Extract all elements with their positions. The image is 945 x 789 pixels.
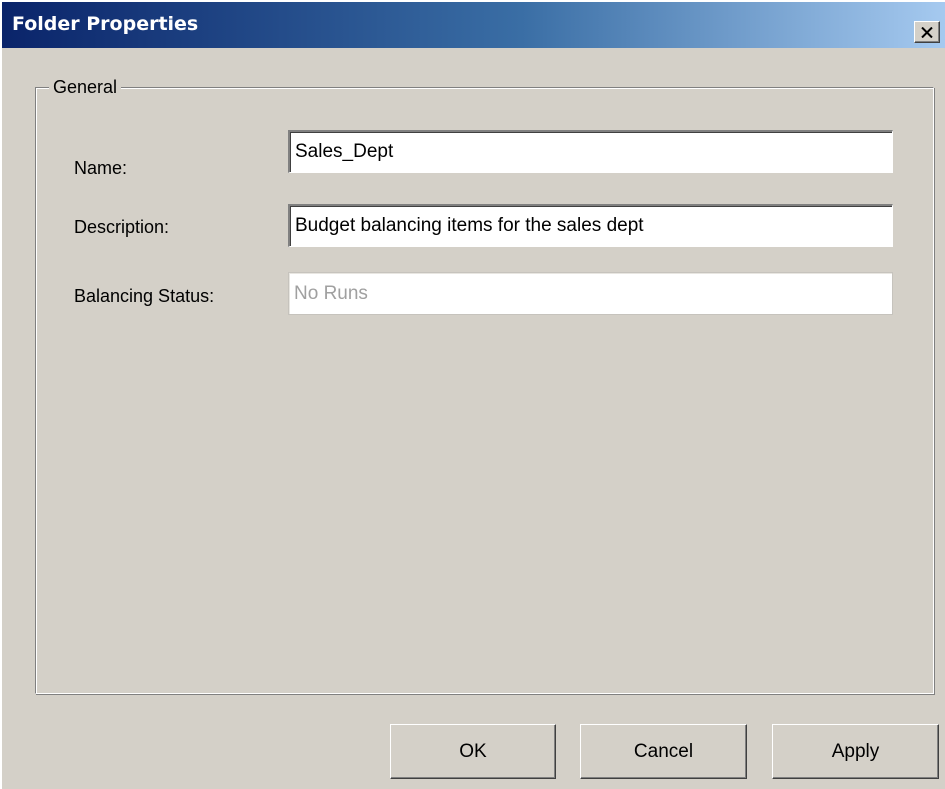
general-groupbox [35, 87, 934, 694]
balancing-status-field [288, 272, 893, 315]
description-label: Description: [74, 217, 170, 237]
balancing-status-label: Balancing Status: [74, 286, 215, 306]
ok-button[interactable]: OK [390, 724, 556, 779]
apply-button[interactable]: Apply [772, 724, 939, 779]
close-icon [921, 26, 933, 38]
window-title: Folder Properties [12, 13, 199, 35]
name-label: Name: [74, 158, 128, 178]
name-field[interactable] [288, 130, 893, 173]
general-legend: General [49, 76, 122, 98]
close-button[interactable] [914, 21, 940, 43]
description-field[interactable] [288, 204, 893, 247]
folder-properties-dialog: Folder Properties General Name: Descript… [0, 0, 945, 789]
title-bar[interactable]: Folder Properties [2, 2, 945, 48]
cancel-button[interactable]: Cancel [580, 724, 747, 779]
